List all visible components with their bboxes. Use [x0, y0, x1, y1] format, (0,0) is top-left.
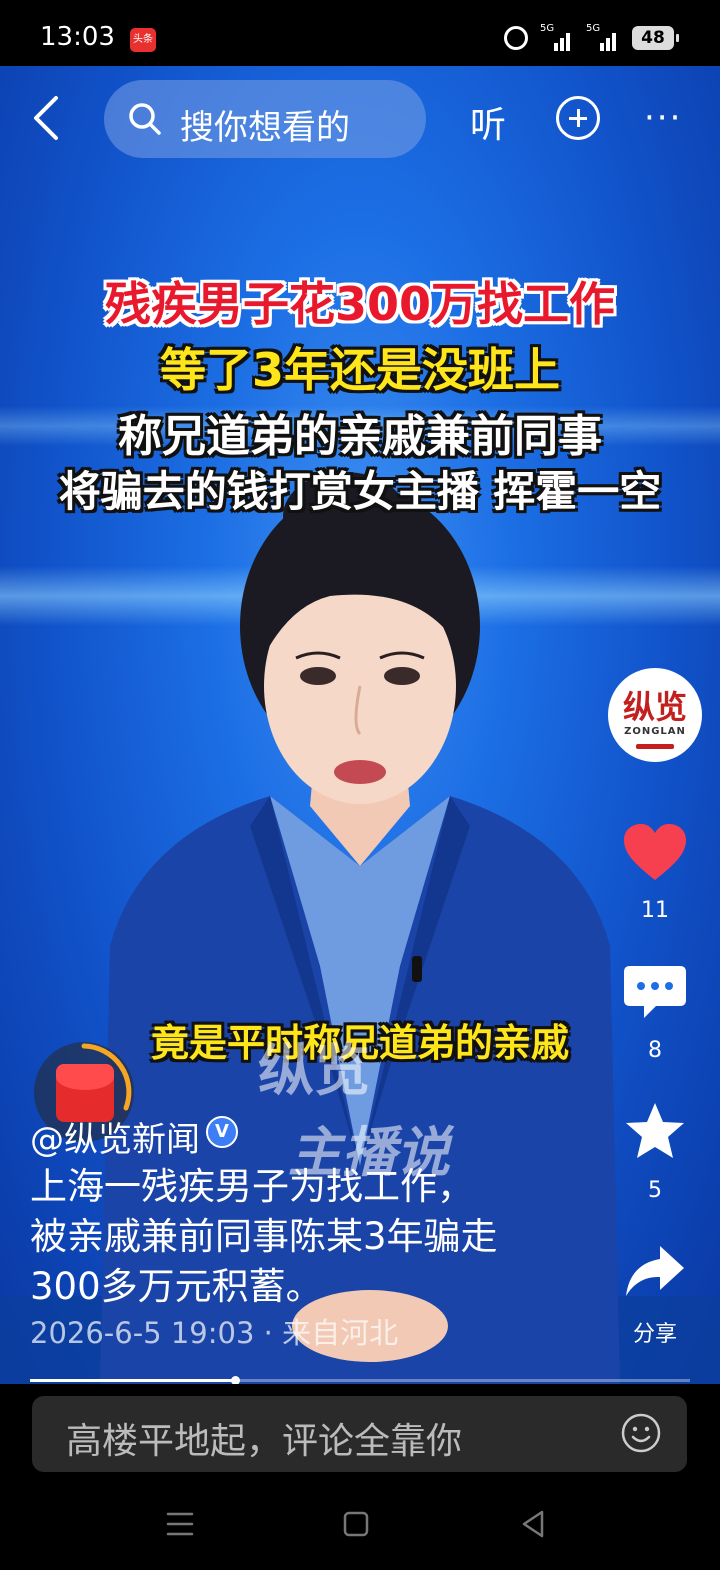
- search-placeholder: 搜你想看的: [180, 108, 350, 148]
- share-button[interactable]: [622, 1242, 688, 1300]
- signal-icon: 5G: [540, 23, 574, 51]
- verified-badge: V: [206, 1116, 238, 1148]
- favorite-button[interactable]: [622, 1100, 688, 1162]
- headline-line-4: 将骗去的钱打赏女主播 挥霍一空: [58, 467, 662, 516]
- comment-count: 8: [648, 1038, 662, 1063]
- description-line: 被亲戚兼前同事陈某3年骗走: [30, 1215, 498, 1258]
- headline-line-1: 残疾男子花300万找工作: [104, 277, 616, 331]
- more-button[interactable]: ···: [644, 98, 682, 138]
- alarm-icon: [504, 26, 528, 50]
- star-icon: [626, 1103, 684, 1158]
- channel-logo-en: ZONGLAN: [624, 726, 686, 737]
- comment-placeholder: 高楼平地起，评论全靠你: [66, 1421, 463, 1462]
- channel-logo-bar: [636, 744, 674, 749]
- video-progress-bar[interactable]: [30, 1376, 690, 1385]
- headline-line-3: 称兄道弟的亲戚兼前同事: [118, 411, 602, 462]
- status-time: 13:03: [40, 22, 115, 52]
- search-icon: [129, 103, 161, 135]
- channel-logo-text: 纵览: [622, 688, 687, 726]
- share-label: 分享: [632, 1322, 677, 1347]
- toutiao-app-icon: 头条: [130, 28, 156, 52]
- signal-label: 5G: [540, 23, 555, 34]
- status-bar: 13:03 头条 5G 5G 48: [0, 0, 720, 66]
- like-count: 11: [641, 898, 669, 923]
- headline-line-2: 等了3年还是没班上: [159, 343, 560, 397]
- favorite-count: 5: [648, 1178, 662, 1203]
- heart-icon: [624, 824, 686, 880]
- home-nav-button[interactable]: [336, 1504, 376, 1544]
- comment-icon: [624, 966, 686, 1018]
- post-description[interactable]: 上海一残疾男子为找工作， 被亲戚兼前同事陈某3年骗走 300多万元积蓄。: [30, 1162, 590, 1312]
- red-envelope-flap: [56, 1064, 114, 1090]
- comment-input[interactable]: 高楼平地起，评论全靠你: [32, 1396, 687, 1472]
- watermark-logo: 纵览: [258, 1039, 370, 1104]
- post-meta: 2026-6-5 19:03 · 来自河北: [30, 1316, 399, 1350]
- channel-avatar[interactable]: 纵览 ZONGLAN: [608, 668, 702, 762]
- signal-label: 5G: [586, 23, 601, 34]
- back-button[interactable]: [28, 92, 64, 144]
- share-icon: [626, 1246, 684, 1296]
- author-name[interactable]: @纵览新闻: [30, 1112, 200, 1161]
- emoji-button[interactable]: [620, 1412, 662, 1454]
- status-indicators: 5G 5G 48: [504, 23, 679, 52]
- progress-fill: [30, 1379, 235, 1382]
- listen-button[interactable]: 听: [470, 96, 506, 148]
- description-line: 上海一残疾男子为找工作，: [30, 1165, 474, 1208]
- comment-button[interactable]: [622, 962, 688, 1022]
- signal-icon: 5G: [586, 23, 620, 51]
- battery-indicator: 48: [632, 26, 679, 50]
- add-button[interactable]: [556, 96, 600, 140]
- like-button[interactable]: [622, 822, 688, 884]
- search-bar[interactable]: 搜你想看的: [104, 80, 426, 158]
- menu-nav-button[interactable]: [160, 1504, 200, 1544]
- description-line: 300多万元积蓄。: [30, 1265, 323, 1308]
- back-nav-button[interactable]: [514, 1504, 554, 1544]
